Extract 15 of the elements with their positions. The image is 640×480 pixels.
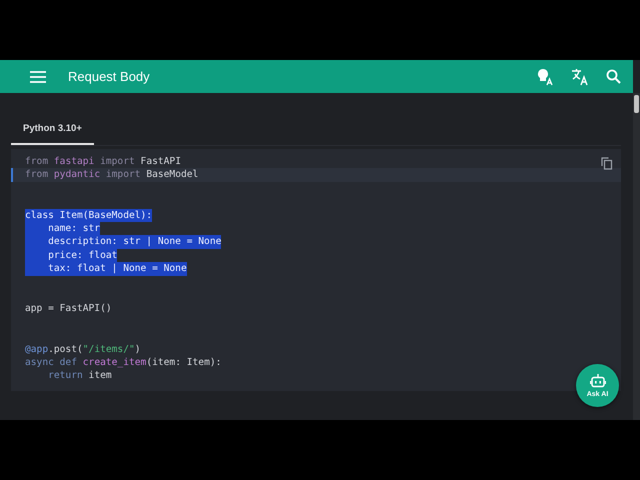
code-line: @app.post("/items/")	[25, 342, 141, 356]
copy-icon[interactable]	[601, 157, 613, 170]
lightbulb-icon[interactable]	[536, 68, 554, 86]
scrollbar[interactable]	[633, 93, 640, 420]
code-line: return item	[47, 369, 112, 383]
code-line: from fastapi import FastAPI	[25, 155, 181, 168]
translate-icon[interactable]	[571, 68, 589, 86]
code-line: async def create_item(item: Item):	[25, 356, 222, 370]
robot-icon	[590, 374, 606, 388]
language-tab[interactable]: Python 3.10+	[11, 115, 94, 145]
page-title: Request Body	[68, 69, 150, 84]
code-line: from pydantic import BaseModel	[25, 168, 198, 182]
menu-icon[interactable]	[30, 70, 46, 82]
search-icon[interactable]	[606, 69, 621, 84]
code-line: app = FastAPI()	[25, 302, 112, 316]
